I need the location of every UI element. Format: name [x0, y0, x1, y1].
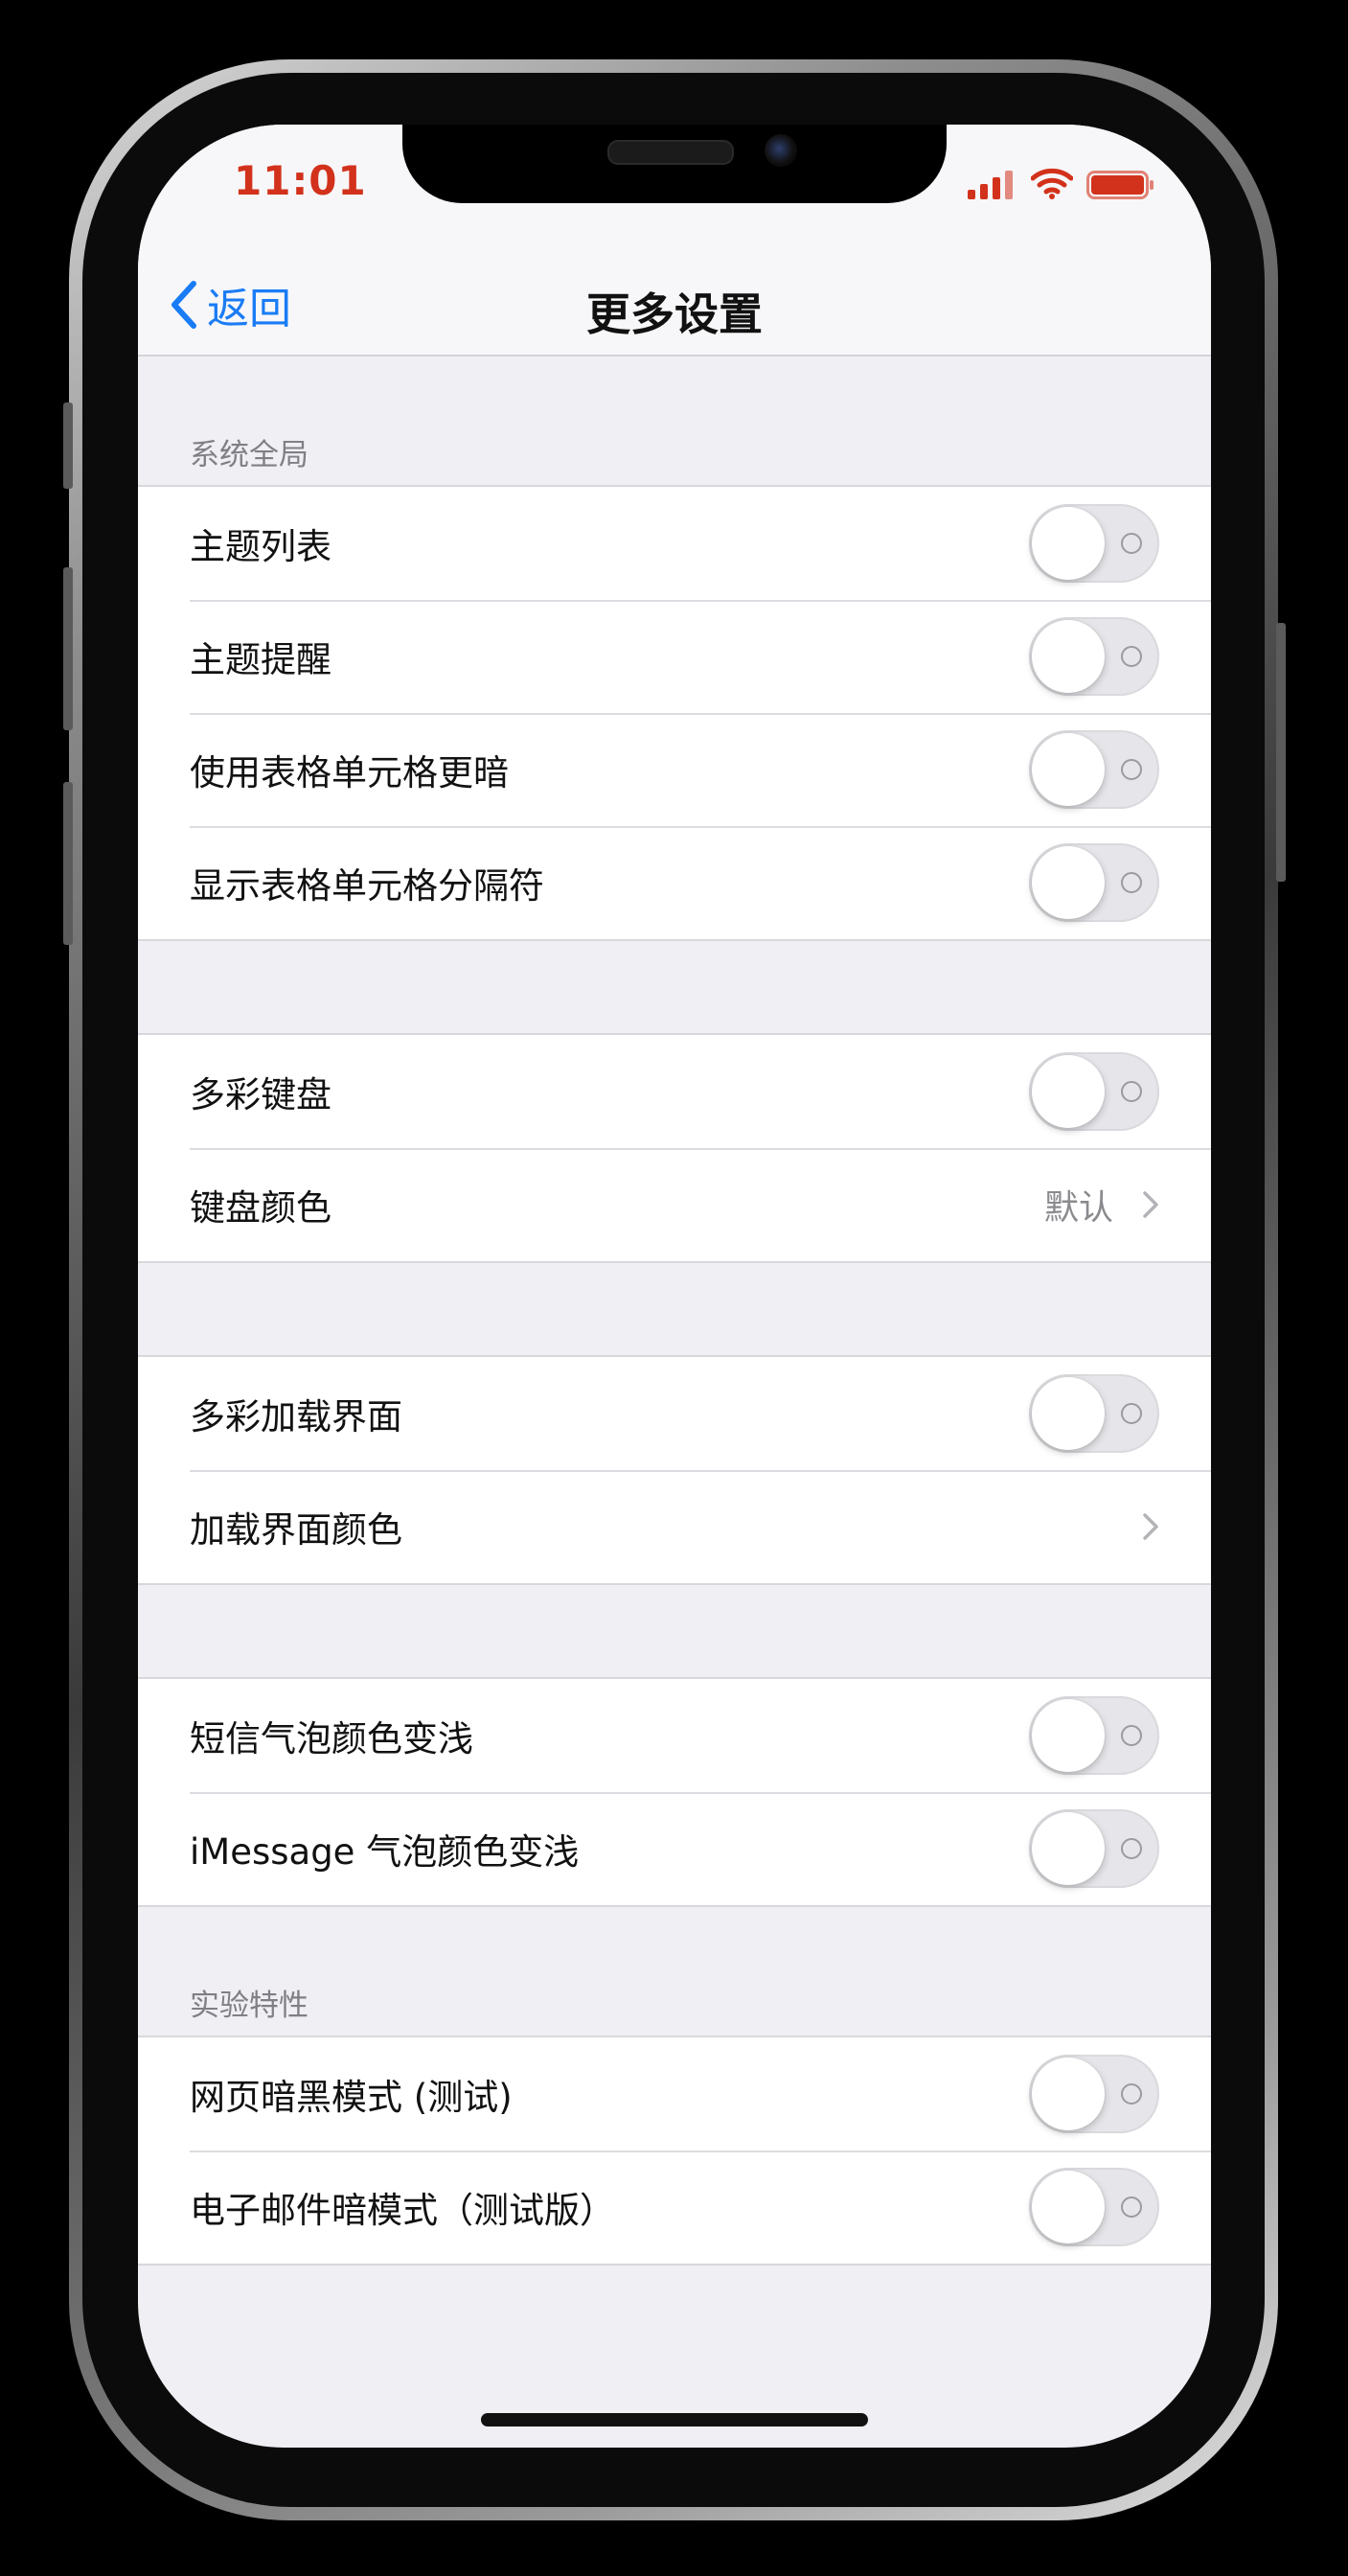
notch [402, 125, 947, 203]
toggle-off-icon [1121, 2083, 1142, 2104]
row-label: 主题列表 [190, 526, 331, 567]
group-system: 主题列表 主题提醒 使用表格单元格更暗 显示表格单元格分隔符 [138, 485, 1211, 941]
toggle-knob [1032, 620, 1105, 693]
row-darker-cells[interactable]: 使用表格单元格更暗 [138, 713, 1211, 826]
wifi-icon [1031, 168, 1073, 199]
toggle-off-icon [1121, 759, 1142, 780]
row-label: 主题提醒 [190, 639, 331, 680]
toggle-knob [1032, 2171, 1105, 2243]
group-keyboard: 多彩键盘 键盘颜色 默认 [138, 1033, 1211, 1263]
toggle-knob [1032, 733, 1105, 806]
row-mail-dark-mode[interactable]: 电子邮件暗模式（测试版） [138, 2150, 1211, 2264]
row-label: iMessage 气泡颜色变浅 [190, 1831, 580, 1873]
row-web-dark-mode[interactable]: 网页暗黑模式 (测试) [138, 2037, 1211, 2150]
row-label: 加载界面颜色 [190, 1509, 402, 1551]
battery-icon [1086, 171, 1154, 199]
section-header-system: 系统全局 [138, 356, 1211, 485]
speaker [607, 140, 734, 165]
silent-switch [63, 402, 73, 489]
row-label: 网页暗黑模式 (测试) [190, 2077, 513, 2118]
row-label: 键盘颜色 [190, 1187, 331, 1229]
row-label: 显示表格单元格分隔符 [190, 865, 544, 907]
toggle-knob [1032, 2058, 1105, 2130]
navigation-bar: 返回 更多设置 [138, 259, 1211, 356]
toggle-off-icon [1121, 1403, 1142, 1424]
row-label: 使用表格单元格更暗 [190, 752, 509, 794]
web-dark-mode-toggle[interactable] [1029, 2055, 1159, 2133]
row-value: 默认 [1043, 1188, 1113, 1228]
page-title: 更多设置 [586, 288, 763, 340]
colorful-loading-toggle[interactable] [1029, 1374, 1159, 1453]
toggle-knob [1032, 507, 1105, 580]
theme-reminder-toggle[interactable] [1029, 617, 1159, 696]
toggle-off-icon [1121, 1081, 1142, 1102]
toggle-knob [1032, 846, 1105, 919]
row-label: 多彩加载界面 [190, 1396, 402, 1438]
row-theme-reminder[interactable]: 主题提醒 [138, 600, 1211, 713]
row-label: 短信气泡颜色变浅 [190, 1718, 473, 1760]
group-loading: 多彩加载界面 加载界面颜色 [138, 1355, 1211, 1585]
volume-up-button [63, 567, 73, 730]
group-messages: 短信气泡颜色变浅 iMessage 气泡颜色变浅 [138, 1677, 1211, 1907]
toggle-off-icon [1121, 533, 1142, 554]
home-indicator[interactable] [481, 2413, 868, 2426]
section-header-label: 系统全局 [190, 438, 308, 472]
row-imessage-bubble-lighter[interactable]: iMessage 气泡颜色变浅 [138, 1792, 1211, 1905]
row-loading-color[interactable]: 加载界面颜色 [138, 1470, 1211, 1583]
row-colorful-loading[interactable]: 多彩加载界面 [138, 1357, 1211, 1470]
darker-cells-toggle[interactable] [1029, 730, 1159, 809]
front-camera [765, 134, 797, 167]
toggle-off-icon [1121, 872, 1142, 893]
theme-list-toggle[interactable] [1029, 504, 1159, 583]
sms-bubble-toggle[interactable] [1029, 1696, 1159, 1775]
imessage-bubble-toggle[interactable] [1029, 1809, 1159, 1888]
row-theme-list[interactable]: 主题列表 [138, 487, 1211, 600]
toggle-off-icon [1121, 2196, 1142, 2218]
settings-list: 系统全局 主题列表 主题提醒 使用表格单元格更暗 显示表格单元格分隔符 多彩键盘… [138, 356, 1211, 2266]
toggle-off-icon [1121, 646, 1142, 667]
toggle-knob [1032, 1812, 1105, 1885]
colorful-keyboard-toggle[interactable] [1029, 1052, 1159, 1131]
chevron-right-icon [1143, 1513, 1158, 1540]
section-header-experimental: 实验特性 [138, 1907, 1211, 2036]
cellular-signal-icon [968, 171, 1013, 199]
row-colorful-keyboard[interactable]: 多彩键盘 [138, 1035, 1211, 1148]
row-label: 电子邮件暗模式（测试版） [190, 2190, 615, 2231]
toggle-knob [1032, 1699, 1105, 1772]
status-time: 11:01 [234, 157, 367, 204]
row-cell-separators[interactable]: 显示表格单元格分隔符 [138, 826, 1211, 939]
volume-down-button [63, 782, 73, 945]
mail-dark-mode-toggle[interactable] [1029, 2168, 1159, 2246]
section-header-label: 实验特性 [190, 1989, 308, 2023]
phone-screen: 11:01 返回 更多设置 系统全局 主题列表 主题提醒 使用表格单元格更暗 显… [138, 125, 1211, 2448]
toggle-knob [1032, 1377, 1105, 1450]
power-button [1276, 623, 1286, 882]
row-sms-bubble-lighter[interactable]: 短信气泡颜色变浅 [138, 1679, 1211, 1792]
chevron-right-icon [1143, 1191, 1158, 1218]
toggle-knob [1032, 1055, 1105, 1128]
row-keyboard-color[interactable]: 键盘颜色 默认 [138, 1148, 1211, 1261]
cell-separators-toggle[interactable] [1029, 843, 1159, 922]
row-label: 多彩键盘 [190, 1074, 331, 1116]
toggle-off-icon [1121, 1725, 1142, 1746]
toggle-off-icon [1121, 1838, 1142, 1859]
group-experimental: 网页暗黑模式 (测试) 电子邮件暗模式（测试版） [138, 2036, 1211, 2266]
